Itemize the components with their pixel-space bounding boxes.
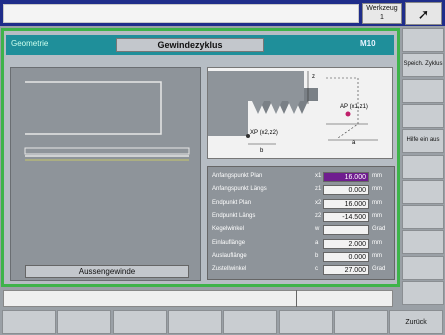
param-unit: Grad — [372, 266, 386, 273]
param-value-field[interactable] — [323, 225, 369, 236]
param-row: Endpunkt Längs z2 -14.500 mm — [208, 211, 394, 224]
param-label: Auslauflänge — [212, 252, 247, 259]
param-label: Kegelwinkel — [212, 226, 245, 233]
softkey-right-8[interactable] — [402, 205, 444, 230]
label-b: b — [260, 148, 264, 154]
command-field[interactable] — [3, 4, 359, 23]
ap-point — [345, 111, 351, 117]
param-variable: x1 — [315, 173, 322, 179]
workpiece-view — [10, 67, 201, 281]
softkey-right-11[interactable] — [402, 281, 444, 305]
page-title: Gewindezyklus — [116, 38, 264, 52]
softkey-right-1[interactable] — [402, 28, 444, 52]
softkey-right-3[interactable] — [402, 78, 444, 103]
param-label: Einlauflänge — [212, 239, 246, 246]
param-label: Anfangspunkt Längs — [212, 186, 267, 193]
label-ap: AP (x1,z1) — [340, 104, 368, 110]
param-unit: mm — [372, 239, 382, 246]
label-z: z — [312, 74, 315, 80]
softkey-right-9[interactable] — [402, 230, 444, 255]
param-value-field[interactable]: 16.000 — [323, 198, 369, 209]
softkey-bottom-1[interactable] — [2, 310, 56, 334]
softkey-bottom-2[interactable] — [57, 310, 112, 334]
param-row: Anfangspunkt Längs z1 0.000 mm — [208, 185, 394, 197]
message-divider — [296, 290, 297, 307]
softkey-right-5[interactable]: Hilfe ein aus — [402, 129, 444, 154]
param-unit: Grad — [372, 226, 386, 233]
param-label: Endpunkt Plan — [212, 199, 252, 206]
param-variable: a — [315, 239, 319, 246]
softkey-bottom-5[interactable] — [223, 310, 278, 334]
param-row: Auslauflänge b 0.000 mm — [208, 251, 394, 264]
param-label: Anfangspunkt Plan — [212, 173, 263, 179]
param-variable: x2 — [315, 199, 322, 206]
tool-value: 1 — [380, 14, 384, 21]
param-unit: mm — [372, 199, 382, 206]
param-row: Endpunkt Plan x2 16.000 mm — [208, 198, 394, 211]
param-value-field[interactable]: 2.000 — [323, 238, 369, 249]
param-row: Einlauflänge a 2.000 mm — [208, 238, 394, 251]
param-value-field[interactable]: 27.000 — [323, 265, 369, 276]
param-value-field[interactable]: -14.500 — [323, 211, 369, 222]
softkey-bottom-4[interactable] — [167, 310, 222, 334]
param-value-field[interactable]: 0.000 — [323, 185, 369, 196]
softkey-right-2[interactable]: Speich. Zyklus — [402, 53, 444, 78]
softkey-right-4[interactable] — [402, 103, 444, 128]
param-label: Zustellwinkel — [212, 266, 247, 273]
param-row: Anfangspunkt Plan x1 16.000 mm — [208, 172, 394, 184]
label-a: a — [352, 140, 356, 146]
message-line — [3, 290, 393, 307]
header-mode: Geometrie — [11, 39, 49, 48]
tool-label: Werkzeug — [366, 5, 398, 12]
parameter-table: Anfangspunkt Plan x1 16.000 mm Anfangspunkt … — [207, 166, 395, 280]
param-variable: w — [315, 226, 320, 233]
param-variable: z2 — [315, 212, 322, 219]
softkey-bottom-3[interactable] — [112, 310, 167, 334]
softkey-right-7[interactable] — [402, 179, 444, 204]
param-unit: mm — [372, 173, 382, 179]
header-code: M10 — [360, 39, 376, 48]
external-thread-button[interactable]: Aussengewinde — [25, 265, 189, 278]
softkey-bottom-7[interactable] — [333, 310, 388, 334]
tool-indicator: Werkzeug 1 — [362, 3, 402, 24]
param-variable: b — [315, 252, 319, 259]
thread-diagram: z a XP (x2,z2) AP (x1,z1) b — [207, 67, 393, 159]
thread-diagram-svg: z a XP (x2,z2) AP (x1,z1) b — [208, 71, 378, 154]
softkey-right-6[interactable] — [402, 154, 444, 179]
param-label: Endpunkt Längs — [212, 212, 256, 219]
param-unit: mm — [372, 252, 382, 259]
softkey-bottom-8[interactable]: Zurück — [389, 310, 444, 334]
label-xp: XP (x2,z2) — [250, 130, 278, 136]
softkey-bottom-6[interactable] — [278, 310, 333, 334]
param-row: Kegelwinkel w Grad — [208, 225, 394, 237]
param-row: Zustellwinkel c 27.000 Grad — [208, 265, 394, 277]
pointer-cursor-icon[interactable]: ➚ — [405, 2, 442, 25]
workpiece-outline — [24, 81, 190, 161]
param-unit: mm — [372, 212, 382, 219]
param-unit: mm — [372, 186, 382, 193]
param-variable: c — [315, 266, 318, 273]
softkey-right-10[interactable] — [402, 255, 444, 280]
param-value-field[interactable]: 0.000 — [323, 251, 369, 262]
param-variable: z1 — [315, 186, 322, 193]
param-value-field[interactable]: 16.000 — [323, 172, 369, 182]
